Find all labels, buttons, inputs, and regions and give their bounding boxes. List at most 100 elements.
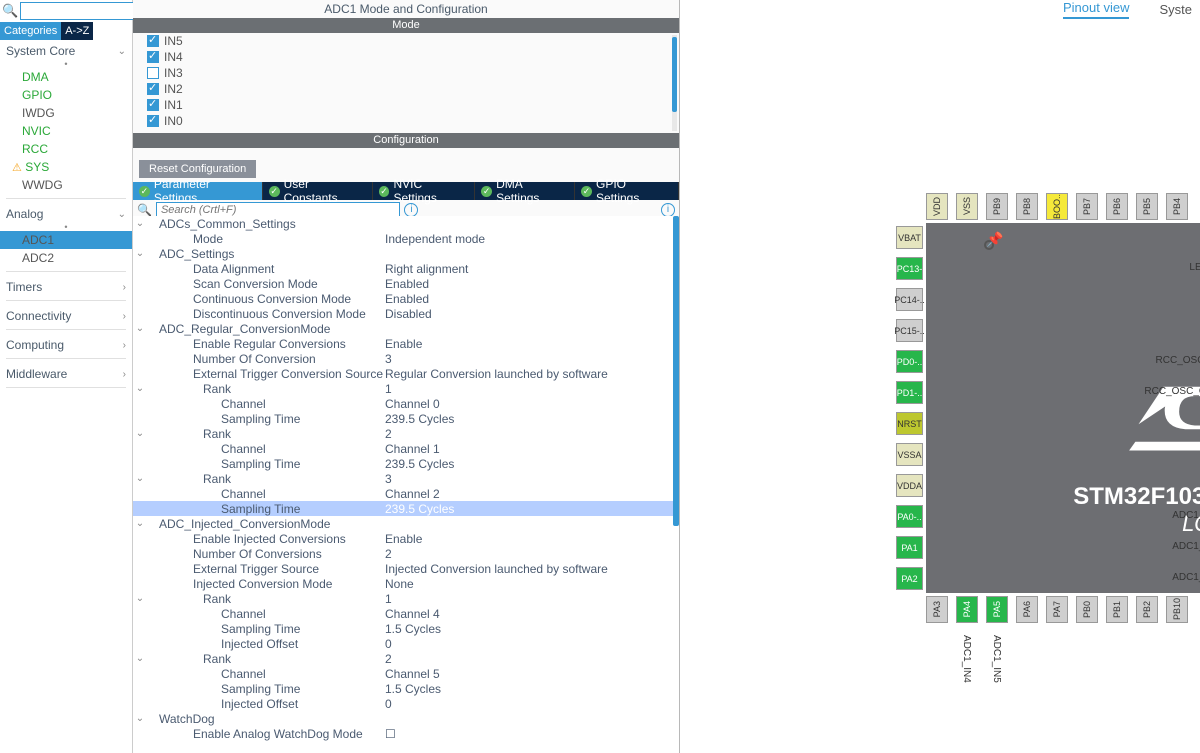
pin-vssa[interactable]: VSSA <box>896 443 923 466</box>
sidebar-item-iwdg[interactable]: IWDG <box>0 104 132 122</box>
mode-checkbox-in0[interactable] <box>147 115 159 127</box>
pin-pb8[interactable]: PB8 <box>1016 193 1038 220</box>
param-row[interactable]: ChannelChannel 0 <box>133 396 679 411</box>
param-row[interactable]: ⌄ADC_Regular_ConversionMode <box>133 321 679 336</box>
mode-checkbox-in5[interactable] <box>147 35 159 47</box>
param-scrollbar[interactable] <box>673 216 679 753</box>
section-computing[interactable]: Computing› <box>0 334 132 354</box>
collapse-handle-icon[interactable]: • <box>0 60 132 68</box>
pin-pb7[interactable]: PB7 <box>1076 193 1098 220</box>
tab-a-z[interactable]: A->Z <box>61 22 93 40</box>
pushpin-icon[interactable]: 📌 <box>986 231 1003 248</box>
param-row[interactable]: Sampling Time239.5 Cycles <box>133 411 679 426</box>
pin-vss[interactable]: VSS <box>956 193 978 220</box>
param-row[interactable]: Sampling Time239.5 Cycles <box>133 501 679 516</box>
param-row[interactable]: Enable Injected ConversionsEnable <box>133 531 679 546</box>
pin-pd0-..[interactable]: PD0-.. <box>896 350 923 373</box>
param-row[interactable]: ChannelChannel 1 <box>133 441 679 456</box>
expand-icon[interactable]: ⌄ <box>133 248 147 259</box>
pin-pa7[interactable]: PA7 <box>1046 596 1068 623</box>
param-row[interactable]: Enable Analog WatchDog Mode☐ <box>133 726 679 741</box>
pin-pa0-..[interactable]: PA0-.. <box>896 505 923 528</box>
param-row[interactable]: Number Of Conversion3 <box>133 351 679 366</box>
pin-vbat[interactable]: VBAT <box>896 226 923 249</box>
param-row[interactable]: Number Of Conversions2 <box>133 546 679 561</box>
expand-icon[interactable]: ⌄ <box>133 428 147 439</box>
expand-icon[interactable]: ⌄ <box>133 218 147 229</box>
pin-pa4[interactable]: PA4 <box>956 596 978 623</box>
pin-pb6[interactable]: PB6 <box>1106 193 1128 220</box>
sidebar-item-sys[interactable]: ⚠ SYS <box>0 158 132 176</box>
mode-checkbox-in3[interactable] <box>147 67 159 79</box>
pin-pa6[interactable]: PA6 <box>1016 596 1038 623</box>
param-row[interactable]: ChannelChannel 4 <box>133 606 679 621</box>
sidebar-item-adc1[interactable]: ADC1 <box>0 231 132 249</box>
param-row[interactable]: Sampling Time1.5 Cycles <box>133 621 679 636</box>
sidebar-item-nvic[interactable]: NVIC <box>0 122 132 140</box>
param-row[interactable]: Injected Offset0 <box>133 696 679 711</box>
param-row[interactable]: ModeIndependent mode <box>133 231 679 246</box>
pin-pb9[interactable]: PB9 <box>986 193 1008 220</box>
sidebar-item-adc2[interactable]: ADC2 <box>0 249 132 267</box>
reset-button[interactable]: Reset Configuration <box>139 160 256 178</box>
mode-scrollbar[interactable] <box>672 35 677 131</box>
param-row[interactable]: ⌄Rank1 <box>133 381 679 396</box>
section-connectivity[interactable]: Connectivity› <box>0 305 132 325</box>
sidebar-item-wwdg[interactable]: WWDG <box>0 176 132 194</box>
section-timers[interactable]: Timers› <box>0 276 132 296</box>
pin-pb4[interactable]: PB4 <box>1166 193 1188 220</box>
tab-categories[interactable]: Categories <box>0 22 61 40</box>
config-tab-dma-settings[interactable]: ✓DMA Settings <box>475 182 575 200</box>
param-row[interactable]: Scan Conversion ModeEnabled <box>133 276 679 291</box>
pin-pb10[interactable]: PB10 <box>1166 596 1188 623</box>
mode-checkbox-in1[interactable] <box>147 99 159 111</box>
param-row[interactable]: ⌄ADC_Settings <box>133 246 679 261</box>
mode-checkbox-in2[interactable] <box>147 83 159 95</box>
pin-pa5[interactable]: PA5 <box>986 596 1008 623</box>
expand-icon[interactable]: ⌄ <box>133 593 147 604</box>
pin-pb2[interactable]: PB2 <box>1136 596 1158 623</box>
help-icon[interactable]: i <box>404 203 418 217</box>
param-row[interactable]: External Trigger Conversion SourceRegula… <box>133 366 679 381</box>
param-row[interactable]: ⌄ADCs_Common_Settings <box>133 216 679 231</box>
param-row[interactable]: Sampling Time239.5 Cycles <box>133 456 679 471</box>
help-icon[interactable]: i <box>661 203 675 217</box>
param-row[interactable]: Data AlignmentRight alignment <box>133 261 679 276</box>
config-tab-gpio-settings[interactable]: ✓GPIO Settings <box>575 182 679 200</box>
pin-pc14-..[interactable]: PC14-.. <box>896 288 923 311</box>
param-row[interactable]: ⌄Rank2 <box>133 426 679 441</box>
pin-pb0[interactable]: PB0 <box>1076 596 1098 623</box>
collapse-handle-icon[interactable]: • <box>0 223 132 231</box>
pin-boo..[interactable]: BOO.. <box>1046 193 1068 220</box>
tab-system-view[interactable]: Syste <box>1159 2 1192 17</box>
param-row[interactable]: ⌄Rank2 <box>133 651 679 666</box>
param-row[interactable]: Enable Regular ConversionsEnable <box>133 336 679 351</box>
expand-icon[interactable]: ⌄ <box>133 653 147 664</box>
expand-icon[interactable]: ⌄ <box>133 473 147 484</box>
param-row[interactable]: Continuous Conversion ModeEnabled <box>133 291 679 306</box>
param-row[interactable]: ⌄Rank1 <box>133 591 679 606</box>
mode-checkbox-in4[interactable] <box>147 51 159 63</box>
pin-pc15-..[interactable]: PC15-.. <box>896 319 923 342</box>
pin-nrst[interactable]: NRST <box>896 412 923 435</box>
expand-icon[interactable]: ⌄ <box>133 518 147 529</box>
expand-icon[interactable]: ⌄ <box>133 383 147 394</box>
pin-pd1-..[interactable]: PD1-.. <box>896 381 923 404</box>
pin-pa2[interactable]: PA2 <box>896 567 923 590</box>
pin-pa3[interactable]: PA3 <box>926 596 948 623</box>
param-row[interactable]: Injected Conversion ModeNone <box>133 576 679 591</box>
config-tab-nvic-settings[interactable]: ✓NVIC Settings <box>373 182 476 200</box>
param-row[interactable]: ⌄WatchDog <box>133 711 679 726</box>
param-row[interactable]: ⌄ADC_Injected_ConversionMode <box>133 516 679 531</box>
section-analog[interactable]: Analog⌄ <box>0 203 132 223</box>
section-system-core[interactable]: System Core⌄ <box>0 40 132 60</box>
chip-body[interactable]: 📌 STM32F103C8Tx LQFP48 <box>926 223 1200 593</box>
pin-pb1[interactable]: PB1 <box>1106 596 1128 623</box>
expand-icon[interactable]: ⌄ <box>133 323 147 334</box>
pin-vdd[interactable]: VDD <box>926 193 948 220</box>
param-row[interactable]: Discontinuous Conversion ModeDisabled <box>133 306 679 321</box>
expand-icon[interactable]: ⌄ <box>133 713 147 724</box>
sidebar-item-gpio[interactable]: GPIO <box>0 86 132 104</box>
param-row[interactable]: Sampling Time1.5 Cycles <box>133 681 679 696</box>
tab-pinout-view[interactable]: Pinout view <box>1063 0 1129 19</box>
